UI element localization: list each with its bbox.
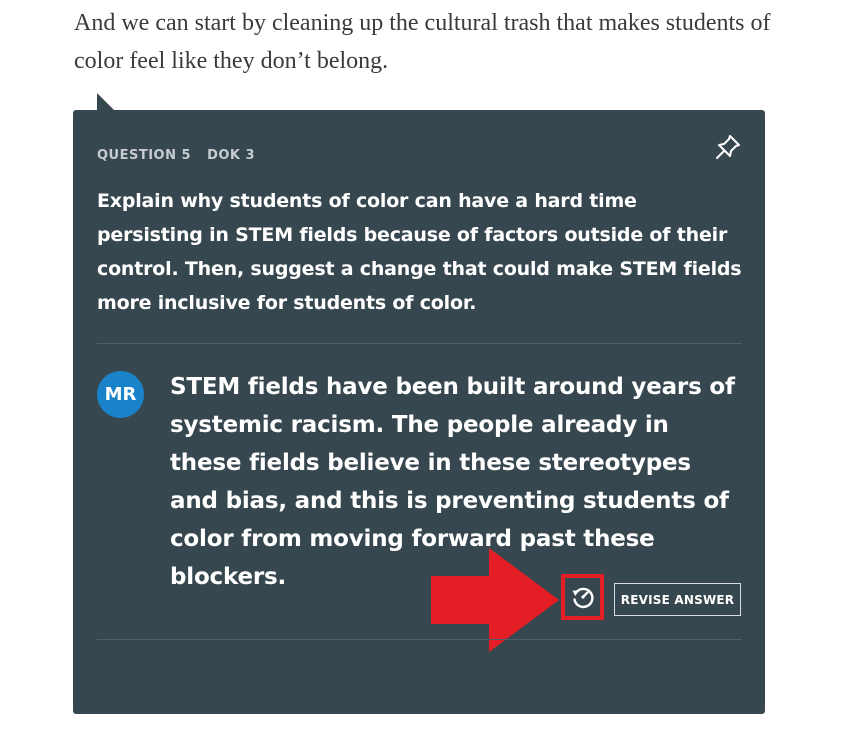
question-number: QUESTION 5 <box>97 148 192 163</box>
card-pointer <box>97 93 115 111</box>
avatar: MR <box>97 371 144 418</box>
article-paragraph: And we can start by cleaning up the cult… <box>74 10 771 74</box>
revision-history-button[interactable] <box>561 574 604 620</box>
revise-answer-button[interactable]: REVISE ANSWER <box>614 583 741 616</box>
question-prompt: Explain why students of color can have a… <box>97 190 742 314</box>
divider <box>97 343 742 344</box>
revision-history-icon <box>572 587 594 609</box>
divider <box>97 639 742 640</box>
red-arrow-annotation <box>431 548 559 652</box>
question-card: QUESTION 5 DOK 3 Explain why students of … <box>73 110 765 714</box>
dok-level: DOK 3 <box>207 148 256 163</box>
question-meta: QUESTION 5 DOK 3 <box>97 148 255 163</box>
pushpin-icon[interactable] <box>713 132 743 162</box>
